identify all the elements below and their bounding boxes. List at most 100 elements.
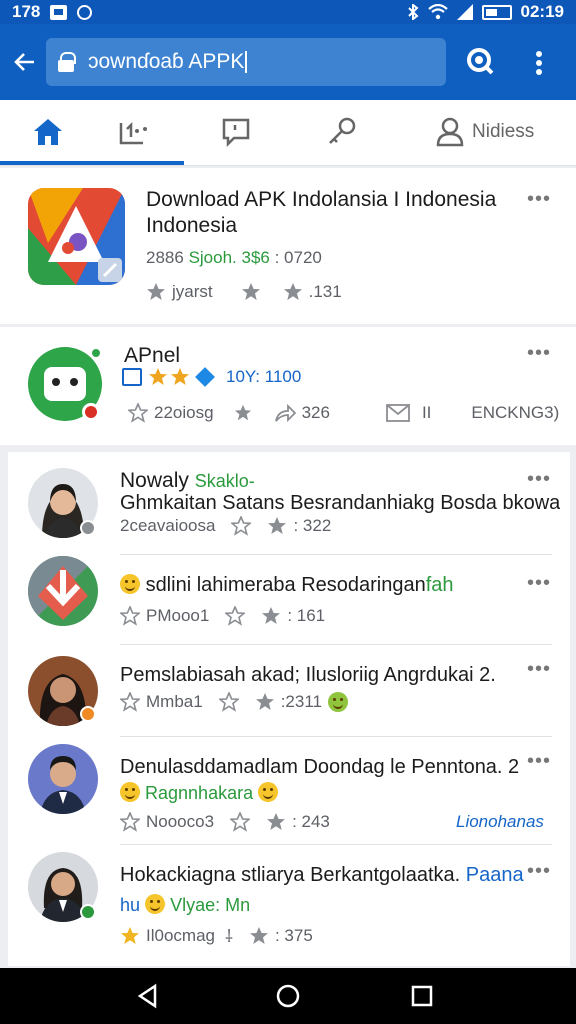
star-icon [234,404,251,421]
post-stats: PMooo1 : 161 [120,606,325,626]
featured-app-card[interactable]: Download APK Indolansia I Indonesia Indo… [0,168,576,324]
post-list: Nowaly Skaklo- Ghmkaitan Satans Besranda… [8,452,570,966]
star-icon [267,813,286,830]
divider [120,736,552,737]
star-outline-icon [218,692,239,712]
mail-icon [386,404,410,422]
star-icon [241,283,260,300]
list-item[interactable]: Pemslabiasah akad; Ilusloriig Angrdukai … [8,646,570,734]
star-outline-icon [120,812,140,832]
list-item[interactable]: sdlini lahimeraba Resodaringanfah PMooo1… [8,556,570,642]
app-title: APnel [124,344,181,367]
signal-icon [456,4,473,20]
more-options-icon[interactable]: ••• [527,572,551,595]
star-icon [262,607,281,624]
more-options-icon[interactable]: ••• [527,750,551,773]
tab-files[interactable] [114,114,154,150]
list-item[interactable]: Denulasddamadlam Doondag le Penntona. 2 … [8,738,570,842]
text-cursor [245,51,248,73]
search-input-value: ɔownɗoaɓ APPK [88,50,245,73]
avatar [28,744,98,814]
system-nav-bar [0,968,576,1024]
post-text: Hokackiagna stliarya Berkantgolaatka. Pa… [120,864,524,886]
chat-icon [222,118,250,148]
nav-back-button[interactable] [134,982,162,1010]
star-outline-icon [120,606,140,626]
app-meta: 2886 Sjooh. 3$6 : 0720 [146,248,322,267]
app-stats: 22oiosg 326 II ENCKNG3) [128,403,568,423]
active-tab-indicator [0,161,184,165]
tab-home[interactable] [28,114,68,150]
wifi-icon [427,4,448,20]
more-options-icon[interactable]: ••• [527,342,551,365]
back-button[interactable] [10,47,40,77]
list-item[interactable]: Hokackiagna stliarya Berkantgolaatka. Pa… [8,846,570,964]
more-options-icon[interactable]: ••• [527,860,551,883]
post-stats: 2ceavaioosa : 322 [120,516,332,536]
star-outline-icon [120,692,140,712]
tab-profile-label: Nidiess [472,121,535,142]
post-subtext: Ragnnhakara [120,780,279,806]
blue-gem-icon [195,367,215,387]
bluetooth-icon [407,4,419,20]
calendar-icon [122,368,142,386]
tab-messages[interactable] [216,114,256,150]
star-outline-icon [231,516,252,536]
star-icon [268,517,287,534]
more-options-icon[interactable]: ••• [527,658,551,681]
tab-profile[interactable]: Nidiess [436,114,556,150]
star-outline-icon [230,812,251,832]
notification-icon [50,4,68,20]
more-options-icon[interactable]: ••• [527,188,551,211]
emoji-icon [327,692,348,712]
back-triangle-icon [137,983,157,1009]
app-rating: 10Y: 1100 [122,367,301,387]
divider [120,644,552,645]
post-stats: Noooco3 : 243 [120,812,330,832]
home-circle-icon [276,984,300,1008]
rating-icon: ⸸ [224,927,233,946]
search-button[interactable] [462,44,498,80]
key-icon [329,117,356,144]
list-item[interactable]: Nowaly Skaklo- Ghmkaitan Satans Besranda… [8,452,570,552]
star-icon [171,368,189,385]
search-input[interactable]: ɔownɗoaɓ APPK [46,38,446,86]
recents-square-icon [411,985,433,1007]
divider [120,554,552,555]
post-stats: Mmba1 :2311 [120,692,348,712]
more-options-icon[interactable]: ••• [527,468,551,491]
app-stats: jyarst .131 [146,282,342,302]
star-icon [249,926,268,944]
emoji-icon [145,894,166,914]
star-outline-icon [128,403,148,423]
post-link[interactable]: Lionohanas [456,812,544,832]
app-icon [28,188,125,285]
notification-ring-icon [77,4,93,20]
post-text: Pemslabiasah akad; Ilusloriig Angrdukai … [120,664,496,686]
status-badge [80,904,96,920]
status-text: 178 [12,2,41,21]
emoji-icon [258,782,279,802]
app-title: Download APK Indolansia I Indonesia Indo… [146,188,497,237]
battery-icon [481,4,512,20]
emoji-icon [120,574,140,594]
status-badge [80,520,96,536]
star-icon [147,283,165,300]
star-icon [255,693,274,710]
nav-home-button[interactable] [274,982,302,1010]
post-subtext: hu Vlyae: Mn [120,894,251,915]
home-icon [34,119,62,145]
overflow-menu-button[interactable] [528,48,550,78]
person-icon [436,117,464,147]
star-icon [283,283,302,300]
app-card-apnel[interactable]: APnel 10Y: 1100 22oiosg 326 II ENCKNG3) … [0,327,576,445]
tab-keys[interactable] [322,114,362,150]
status-bar: 178 02:19 [0,0,576,24]
share-icon [274,403,296,423]
folder-icon [119,121,147,145]
app-avatar [28,556,98,626]
post-text: Denulasddamadlam Doondag le Penntona. 2 [120,756,520,778]
star-outline-icon [225,606,246,626]
star-icon [149,368,167,385]
nav-recents-button[interactable] [408,982,436,1010]
